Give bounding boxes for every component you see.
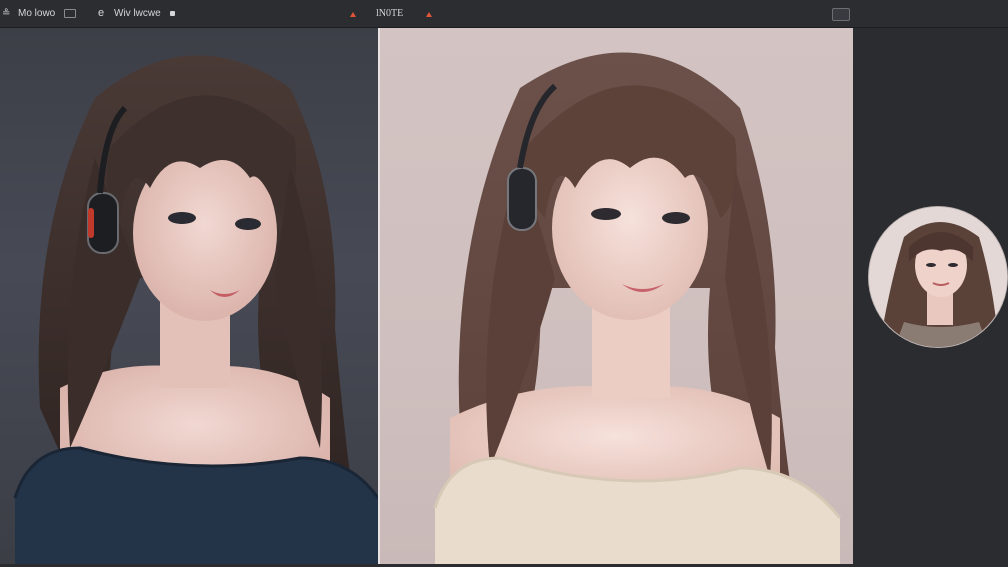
center-label: lN0TE [376,8,404,19]
toolbar-item-2[interactable]: Wiv lwcwe [114,8,161,20]
window-toggle-icon[interactable] [832,8,850,21]
right-image-panel[interactable] [380,28,853,564]
circular-thumbnail[interactable] [868,206,1008,348]
toolbar-item-1[interactable]: Mo lowo [18,8,55,20]
caret-up-icon[interactable] [350,12,356,17]
portrait-dark-sweater [13,55,378,564]
portrait-light-sweater [433,52,842,564]
small-dot-icon [170,11,175,16]
thumbnail-portrait [869,207,1007,347]
top-toolbar: ≗ Mo lowo e Wiv lwcwe lN0TE [0,0,1008,28]
panel-box-icon[interactable] [64,9,76,18]
caret-up-icon[interactable] [426,12,432,17]
left-image-panel[interactable] [0,28,378,564]
e-glyph-icon[interactable]: e [98,7,104,19]
menu-glyph-icon[interactable]: ≗ [2,8,10,20]
